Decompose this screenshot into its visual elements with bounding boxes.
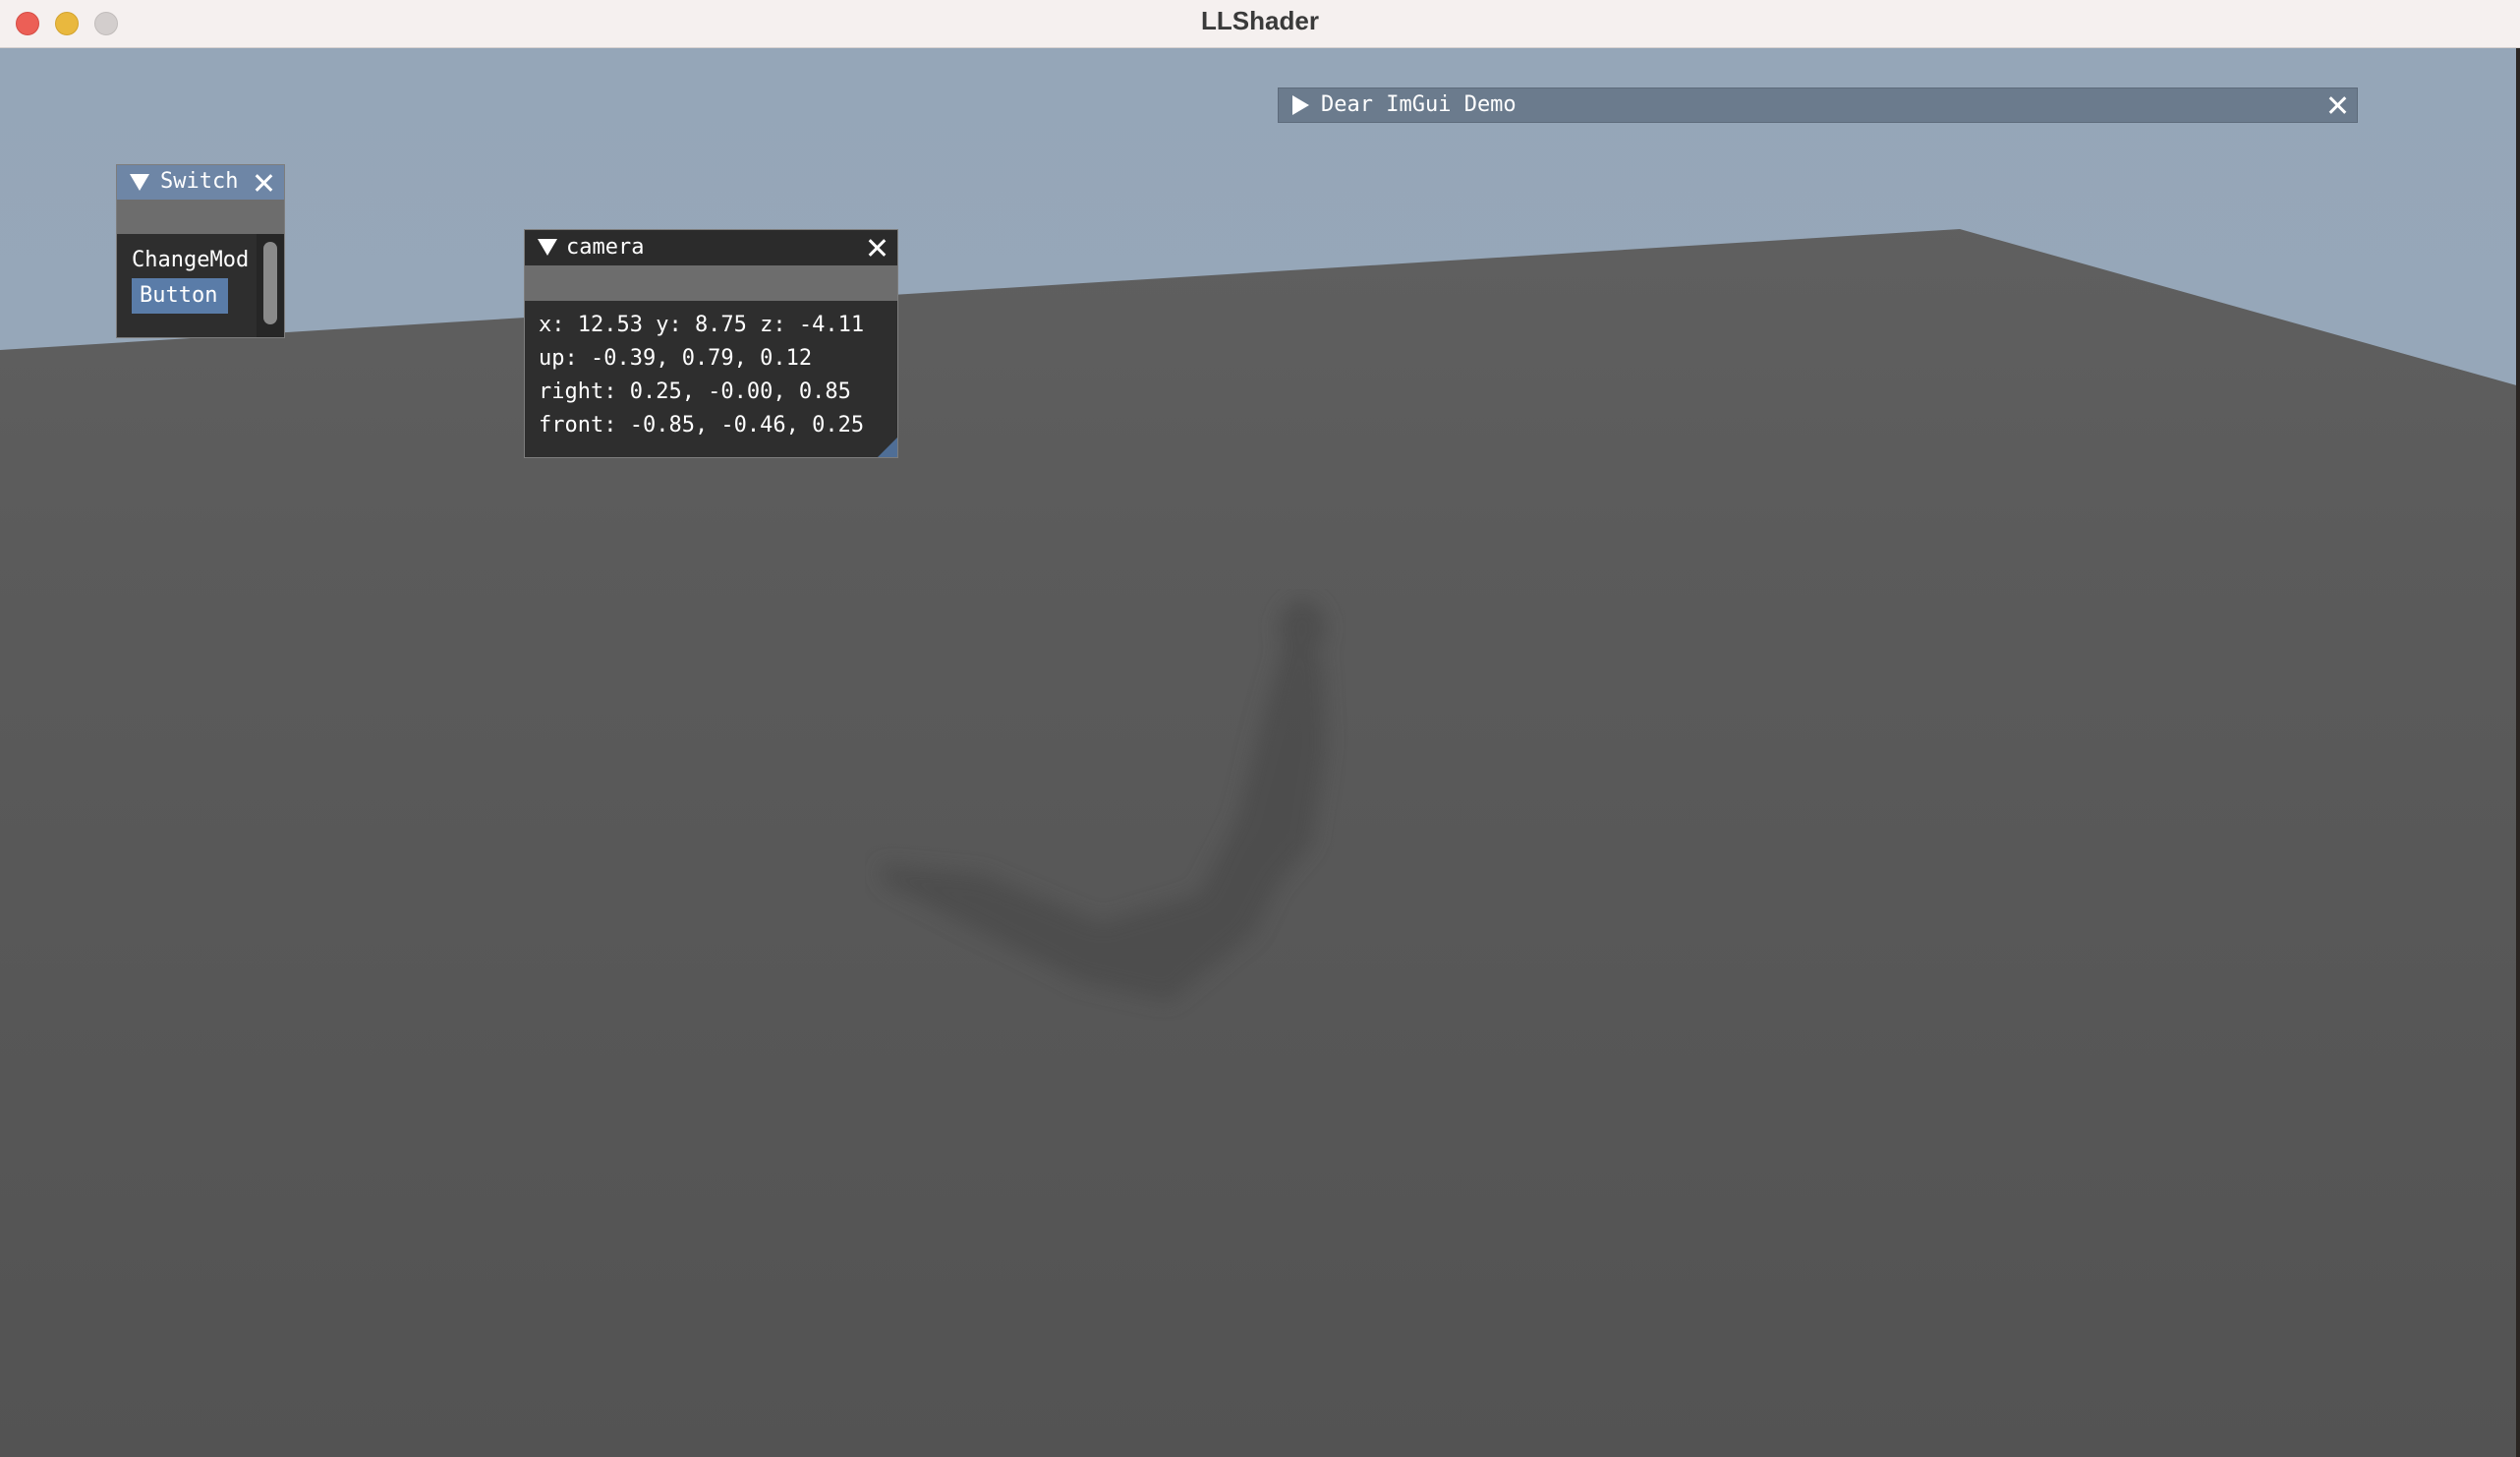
expand-triangle-icon[interactable] [1292,95,1309,115]
window-title: LLShader [1201,6,1319,35]
close-icon[interactable] [866,237,888,259]
window-titlebar: LLShader [0,0,2520,48]
render-viewport[interactable] [0,48,2520,1457]
collapse-triangle-icon[interactable] [130,174,149,191]
resize-grip[interactable] [878,437,897,457]
camera-window-titlebar[interactable]: camera [525,230,897,265]
window-edge [2516,48,2520,1457]
camera-window[interactable]: camera x: 12.53 y: 8.75 z: -4.11 up: -0.… [524,229,898,458]
change-mode-button-label: Button [140,283,218,308]
imgui-demo-title: Dear ImGui Demo [1321,92,1517,117]
camera-up-text: up: -0.39, 0.79, 0.12 [539,346,813,371]
camera-right-text: right: 0.25, -0.00, 0.85 [539,379,851,404]
scrollbar-thumb[interactable] [263,242,277,324]
switch-window-title: Switch [160,169,239,194]
camera-readout: x: 12.53 y: 8.75 z: -4.11 up: -0.39, 0.7… [525,301,897,457]
camera-front-text: front: -0.85, -0.46, 0.25 [539,413,865,437]
camera-position-text: x: 12.53 y: 8.75 z: -4.11 [539,313,865,337]
collapse-triangle-icon[interactable] [538,239,557,256]
switch-window-menubar [117,200,284,234]
change-mode-button[interactable]: Button [132,278,228,314]
switch-window[interactable]: Switch ChangeMod Button [116,164,285,338]
imgui-demo-window-collapsed[interactable]: Dear ImGui Demo [1278,87,2358,123]
camera-window-menubar [525,265,897,301]
close-icon[interactable] [2326,94,2348,116]
change-mode-label: ChangeMod [132,248,250,272]
close-icon[interactable] [253,172,274,194]
switch-window-content: ChangeMod Button [117,234,257,337]
character-shadow [880,599,1327,1002]
switch-window-titlebar[interactable]: Switch [117,165,284,200]
switch-window-scrollbar[interactable] [257,234,284,337]
camera-window-title: camera [566,235,645,260]
